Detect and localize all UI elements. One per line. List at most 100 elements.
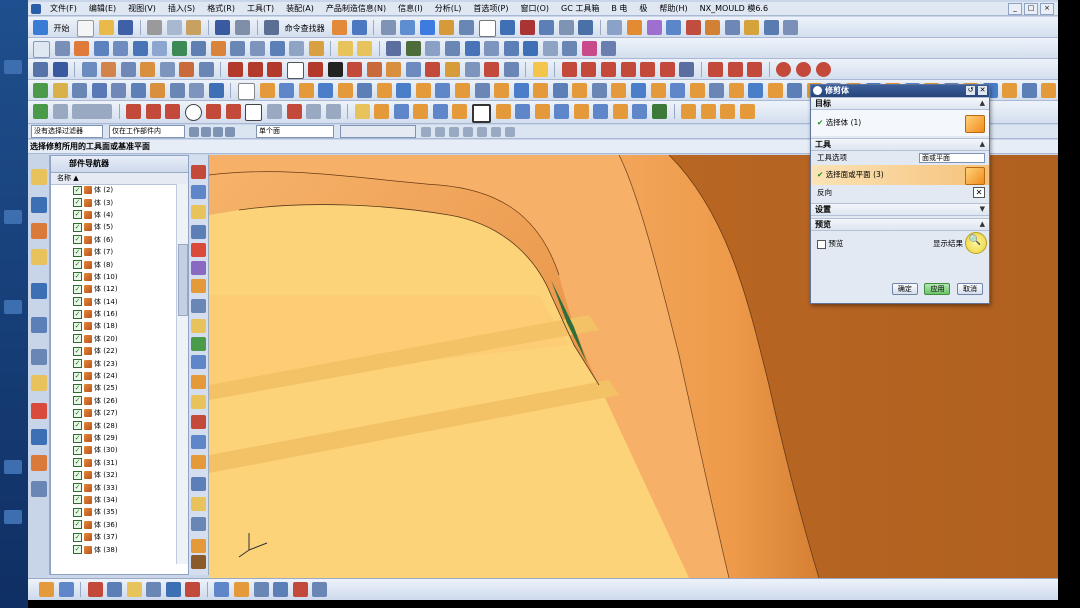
toolbar-icon[interactable]	[413, 104, 429, 119]
toolbar-icon[interactable]	[312, 582, 328, 597]
roles-icon[interactable]	[31, 403, 47, 419]
toolbar-icon[interactable]	[620, 62, 636, 77]
visibility-checkbox[interactable]: ✓	[73, 495, 82, 505]
tree-node[interactable]: ✓ 体 (38)	[51, 543, 176, 555]
toolbar-icon[interactable]	[33, 83, 48, 98]
visibility-checkbox[interactable]: ✓	[73, 520, 82, 530]
settings-group-header[interactable]: 设置 ▼	[811, 203, 989, 216]
visibility-checkbox[interactable]: ✓	[73, 458, 82, 468]
toolbar-icon[interactable]	[500, 20, 516, 35]
select-body-icon[interactable]	[965, 115, 985, 133]
toolbar-icon[interactable]	[573, 104, 589, 119]
toolbar-icon[interactable]	[659, 62, 675, 77]
toolbar-icon[interactable]	[306, 104, 322, 119]
menu-pole[interactable]: 极	[633, 3, 653, 14]
visibility-checkbox[interactable]: ✓	[73, 321, 82, 331]
toolbar-icon[interactable]	[33, 104, 48, 119]
toolbar-icon[interactable]	[478, 20, 496, 37]
toolbar-icon[interactable]	[337, 83, 353, 98]
visibility-checkbox[interactable]: ✓	[73, 545, 82, 555]
dialog-title[interactable]: 修剪体	[811, 85, 989, 97]
snap-icon[interactable]	[477, 126, 487, 137]
tree-node[interactable]: ✓ 体 (23)	[51, 357, 176, 369]
toolbar-icon[interactable]	[519, 20, 535, 35]
toolbar-icon[interactable]	[113, 41, 129, 56]
toolbar-icon[interactable]	[739, 104, 755, 119]
text-icon[interactable]	[327, 62, 343, 77]
reverse-direction-icon[interactable]: ✕	[973, 187, 985, 198]
snap-icon[interactable]	[421, 126, 431, 137]
toolbar-icon[interactable]	[685, 20, 701, 35]
apply-button[interactable]: 应用	[924, 283, 951, 295]
toolbar-icon[interactable]	[132, 41, 148, 56]
toolbar-icon[interactable]	[523, 41, 539, 56]
menu-gc-toolkit[interactable]: GC 工具箱	[555, 3, 605, 14]
toolbar-icon[interactable]	[787, 83, 803, 98]
toolbar-icon[interactable]	[425, 41, 441, 56]
toolbar-icon[interactable]	[91, 83, 107, 98]
tool-group-header[interactable]: 工具 ▲	[811, 138, 989, 151]
toolbar-icon[interactable]	[601, 41, 617, 56]
cut-icon[interactable]	[147, 20, 163, 35]
toolbar-icon[interactable]	[191, 41, 207, 56]
tree-node[interactable]: ✓ 体 (29)	[51, 432, 176, 444]
tree-node[interactable]: ✓ 体 (8)	[51, 258, 176, 270]
toolbar-icon[interactable]	[445, 62, 461, 77]
toolbar-icon[interactable]	[325, 104, 341, 119]
undo-icon[interactable]	[215, 20, 231, 35]
toolbar-icon[interactable]	[191, 497, 206, 511]
toolbar-icon[interactable]	[354, 104, 370, 119]
menu-information[interactable]: 信息(I)	[392, 3, 429, 14]
toolbar-icon[interactable]	[230, 41, 246, 56]
toolbar-icon[interactable]	[432, 104, 448, 119]
toolbar-icon[interactable]	[640, 62, 656, 77]
toolbar-icon[interactable]	[484, 62, 500, 77]
toolbar-icon[interactable]	[720, 104, 736, 119]
menu-format[interactable]: 格式(R)	[201, 3, 241, 14]
tree-node[interactable]: ✓ 体 (3)	[51, 196, 176, 208]
visibility-checkbox[interactable]: ✓	[73, 359, 82, 369]
toolbar-icon[interactable]	[744, 20, 760, 35]
toolbar-icon[interactable]	[165, 582, 181, 597]
menu-view[interactable]: 视图(V)	[122, 3, 162, 14]
toolbar-icon[interactable]	[191, 539, 206, 553]
toolbar-icon[interactable]	[494, 83, 510, 98]
toolbar-icon[interactable]	[747, 62, 763, 77]
toolbar-icon[interactable]	[165, 104, 181, 119]
toolbar-icon[interactable]	[279, 83, 295, 98]
face-rule-select[interactable]: 单个面	[256, 125, 334, 138]
toolbar-icon[interactable]	[455, 83, 471, 98]
toolbar-icon[interactable]	[191, 517, 206, 531]
visibility-checkbox[interactable]: ✓	[73, 235, 82, 245]
toolbar-icon[interactable]	[554, 104, 570, 119]
toolbar-icon[interactable]	[561, 62, 577, 77]
toolbar-icon[interactable]	[366, 62, 382, 77]
toolbar-icon[interactable]	[191, 337, 206, 351]
toolbar-icon[interactable]	[191, 165, 206, 179]
toolbar-icon[interactable]	[72, 104, 113, 119]
menu-edit[interactable]: 编辑(E)	[83, 3, 122, 14]
toolbar-icon[interactable]	[357, 83, 373, 98]
polygon-icon[interactable]	[308, 62, 324, 77]
toolbar-icon[interactable]	[191, 261, 206, 275]
toolbar-icon[interactable]	[101, 62, 117, 77]
visibility-checkbox[interactable]: ✓	[73, 483, 82, 493]
toolbar-icon[interactable]	[337, 41, 353, 56]
toolbar-icon[interactable]	[286, 104, 302, 119]
toolbar-icon[interactable]	[250, 41, 266, 56]
toolbar-icon[interactable]	[130, 83, 146, 98]
toolbar-icon[interactable]	[191, 279, 206, 293]
snap-icon[interactable]	[225, 126, 235, 137]
toolbar-icon[interactable]	[776, 62, 792, 77]
toolbar-icon[interactable]	[611, 83, 627, 98]
menu-tools[interactable]: 工具(T)	[241, 3, 280, 14]
toolbar-icon[interactable]	[651, 104, 667, 119]
toolbar-icon[interactable]	[405, 41, 421, 56]
visibility-checkbox[interactable]: ✓	[73, 210, 82, 220]
start-button[interactable]: 开始	[54, 23, 70, 34]
tree-node[interactable]: ✓ 体 (14)	[51, 296, 176, 308]
tree-node[interactable]: ✓ 体 (5)	[51, 221, 176, 233]
toolbar-icon[interactable]	[259, 83, 275, 98]
copy-icon[interactable]	[166, 20, 182, 35]
toolbar-icon[interactable]	[607, 20, 623, 35]
